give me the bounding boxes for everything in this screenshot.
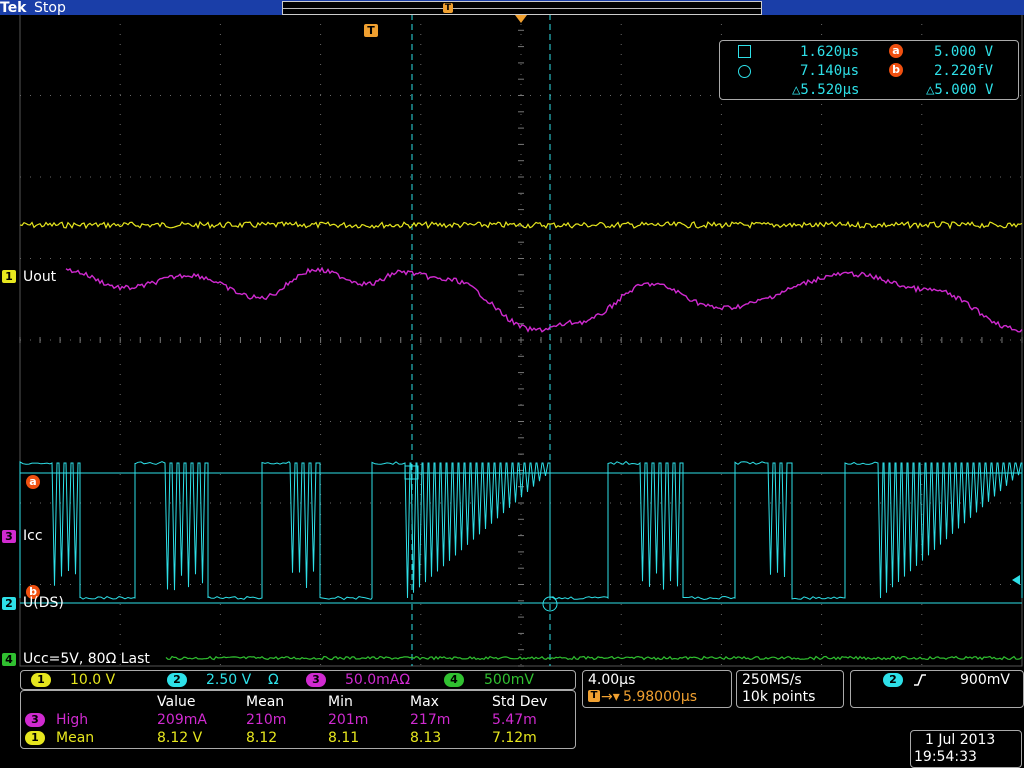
ch3-scale-icon[interactable]: 3 [306,673,326,687]
acquisition-status[interactable]: Stop [34,0,66,16]
ch3-label: Icc [23,528,43,544]
measurement-row-0-name: High [56,712,89,728]
cursor-a-value: 5.000 V [934,44,994,60]
measurement-row-1-value-3: 8.13 [410,730,442,746]
measurement-row-1-channel-icon: 1 [25,731,45,745]
measurement-row-1-value-1: 8.12 [246,730,278,746]
trigger-level[interactable]: 900mV [960,672,1010,688]
measurement-row-0-value-3: 217m [410,712,451,728]
trigger-point-arrow-icon [515,15,527,23]
cursor-1-square-icon [738,45,751,58]
measurement-row-0-channel-icon: 3 [25,713,45,727]
ch1-scale[interactable]: 10.0 V [70,672,115,688]
ch4-marker-icon[interactable]: 4 [2,653,16,666]
record-length: 10k points [742,689,816,705]
ch1-waveform [19,220,1023,230]
ch4-label: Ucc=5V, 80Ω Last [23,651,150,667]
measurement-row-0-value-1: 210m [246,712,287,728]
date: 1 Jul 2013 [925,732,996,748]
measurement-header-std-dev: Std Dev [492,694,548,710]
ch2-unit: Ω [268,672,279,688]
ch1-scale-icon[interactable]: 1 [31,673,51,687]
ch4-scale-icon[interactable]: 4 [444,673,464,687]
cursor-delta-value: △5.000 V [926,82,994,98]
trigger-delay[interactable]: 5.98000µs [623,689,697,705]
ch1-marker-icon[interactable]: 1 [2,270,16,283]
ch2-scale[interactable]: 2.50 V [206,672,251,688]
rising-edge-icon [914,674,926,686]
ch3-marker-icon[interactable]: 3 [2,530,16,543]
measurement-row-1-name: Mean [56,730,95,746]
ch2-label: U(DS) [23,595,64,611]
ch4-scale[interactable]: 500mV [484,672,534,688]
ch2-scale-icon[interactable]: 2 [167,673,187,687]
cursor-b-value: 2.220fV [934,63,994,79]
ch2-marker-icon[interactable]: 2 [2,597,16,610]
measurement-row-0-value-2: 201m [328,712,369,728]
trigger-delay-arrow-icon: →▾ [601,689,620,705]
ch4-waveform [165,655,1023,661]
measurement-row-0-value-0: 209mA [157,712,207,728]
trigger-source-icon[interactable]: 2 [883,673,903,687]
measurement-row-1-value-2: 8.11 [328,730,360,746]
waveform-display[interactable] [0,0,1024,668]
trigger-delay-icon: T [588,690,600,702]
ch3-waveform [65,266,1023,333]
measurement-row-1-value-0: 8.12 V [157,730,203,746]
cursor-delta-time: △5.520µs [792,82,860,98]
measurement-header-max: Max [410,694,439,710]
sample-rate: 250MS/s [742,672,802,688]
cursor-2-circle-icon [738,65,751,78]
cursor-b-icon: b [889,63,903,77]
cursor-1-time: 1.620µs [800,44,860,60]
record-view-window [283,8,761,9]
trigger-position-icon: T [443,3,453,13]
record-view-bar[interactable] [282,1,762,15]
brand-logo: Tek [0,0,27,16]
ch2-waveform [19,460,1023,601]
cursor-a-icon: a [889,44,903,58]
graticule [19,13,1023,667]
measurement-row-0-value-4: 5.47m [492,712,537,728]
ch2-offscreen-arrow-icon [1012,575,1020,585]
cursor-2-time: 7.140µs [800,63,860,79]
ch3-scale[interactable]: 50.0mAΩ [345,672,410,688]
measurement-header-min: Min [328,694,353,710]
timebase-scale[interactable]: 4.00µs [588,672,635,688]
measurement-row-1-value-4: 7.12m [492,730,537,746]
measurement-header-mean: Mean [246,694,285,710]
measurement-header-value: Value [157,694,196,710]
ch1-label: Uout [23,269,57,285]
trigger-marker-icon: T [364,24,378,37]
time: 19:54:33 [914,749,977,765]
cursor-a-ref-icon: a [26,475,40,489]
